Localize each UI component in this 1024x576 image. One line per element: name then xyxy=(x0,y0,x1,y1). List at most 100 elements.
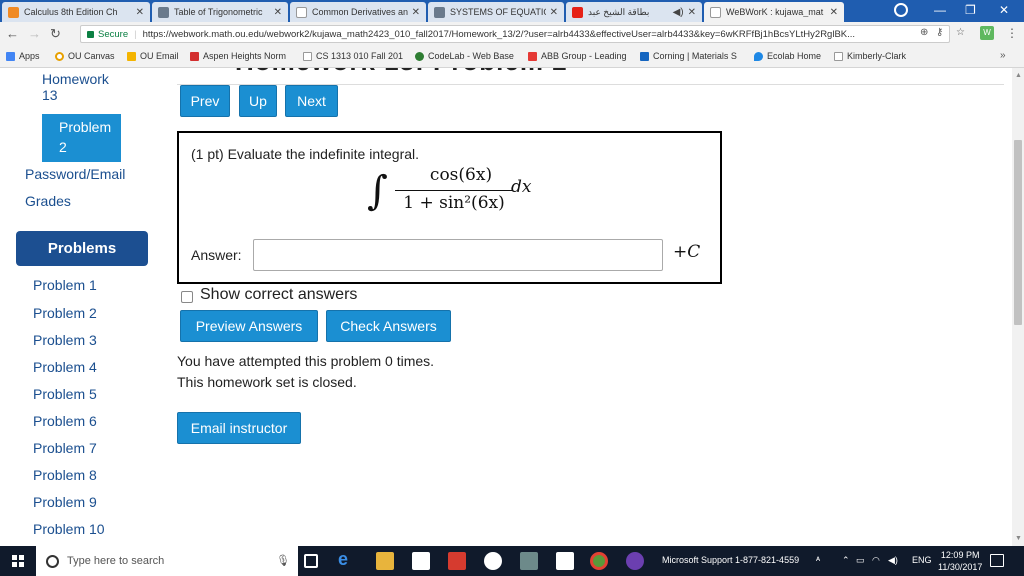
url-field[interactable]: Secure | https://webwork.math.ou.edu/web… xyxy=(80,25,950,43)
back-arrow-icon[interactable]: ← xyxy=(6,26,19,41)
check-answers-button[interactable]: Check Answers xyxy=(326,310,451,342)
battery-icon[interactable]: ▭ xyxy=(856,555,865,566)
language-indicator[interactable]: ENG xyxy=(912,555,932,565)
bookmark-ou-canvas[interactable]: OU Canvas xyxy=(55,51,115,61)
close-icon[interactable]: ✕ xyxy=(136,7,144,18)
edge-icon[interactable]: e xyxy=(338,549,356,569)
problems-header: Problems xyxy=(16,231,148,266)
sidebar-link-grades[interactable]: Grades xyxy=(25,193,71,209)
close-icon[interactable]: ✕ xyxy=(688,7,696,18)
tab-calculus[interactable]: Calculus 8th Edition Ch ✕ xyxy=(2,2,150,22)
windows-start-icon[interactable] xyxy=(12,555,24,567)
bookmark-ou-email[interactable]: OU Email xyxy=(127,51,179,61)
prev-button[interactable]: Prev xyxy=(180,85,230,117)
tab-trig-table[interactable]: Table of Trigonometric ✕ xyxy=(152,2,288,22)
star-icon[interactable]: ☆ xyxy=(956,27,965,38)
sidebar-item-current-problem[interactable]: Problem 2 xyxy=(42,114,121,162)
tray-up-icon[interactable]: ⌃ xyxy=(842,555,850,566)
wifi-icon[interactable]: ◠ xyxy=(872,555,880,566)
file-explorer-icon[interactable] xyxy=(376,552,394,570)
volume-icon[interactable]: ◀) xyxy=(888,555,898,566)
taskbar-search[interactable]: Type here to search xyxy=(36,546,298,576)
bookmark-apps[interactable]: Apps xyxy=(6,51,40,61)
sidebar-problem-3[interactable]: Problem 3 xyxy=(33,332,97,348)
sidebar-link-password-email[interactable]: Password/Email xyxy=(25,166,125,182)
image-favicon-icon xyxy=(434,6,445,18)
preview-answers-button[interactable]: Preview Answers xyxy=(180,310,318,342)
answer-input[interactable] xyxy=(253,239,663,271)
reload-icon[interactable]: ↻ xyxy=(50,26,61,42)
sidebar-problem-10[interactable]: Problem 10 xyxy=(33,521,105,537)
chrome-icon[interactable] xyxy=(590,552,608,570)
sidebar-problem-1[interactable]: Problem 1 xyxy=(33,277,97,293)
answer-label: Answer: xyxy=(191,247,242,263)
office-icon xyxy=(127,51,136,61)
scroll-up-icon[interactable]: ▲ xyxy=(1015,72,1022,79)
mcafee-icon[interactable] xyxy=(484,552,502,570)
mail-icon[interactable] xyxy=(556,552,574,570)
bookmark-abb[interactable]: ABB Group - Leading xyxy=(528,51,627,61)
forward-arrow-icon[interactable]: → xyxy=(28,26,41,41)
sidebar-problem-9[interactable]: Problem 9 xyxy=(33,494,97,510)
show-correct-label[interactable]: Show correct answers xyxy=(200,286,357,304)
tab-systems[interactable]: SYSTEMS OF EQUATIO ✕ xyxy=(428,2,564,22)
problem-box: (1 pt) Evaluate the indefinite integral.… xyxy=(177,131,722,284)
address-bar-row: ← → ↻ Secure | https://webwork.math.ou.e… xyxy=(0,22,1024,46)
email-instructor-button[interactable]: Email instructor xyxy=(177,412,301,444)
image-favicon-icon xyxy=(158,6,169,18)
corning-icon xyxy=(640,51,649,61)
bookmarks-bar: Apps OU Canvas OU Email Aspen Heights No… xyxy=(0,46,1024,68)
close-icon[interactable]: ✕ xyxy=(830,7,838,18)
bookmark-corning[interactable]: Corning | Materials S xyxy=(640,51,737,61)
page-icon xyxy=(834,51,843,61)
more-bookmarks-icon[interactable]: » xyxy=(1000,50,1006,61)
office-app-icon[interactable] xyxy=(448,552,466,570)
sidebar-problem-8[interactable]: Problem 8 xyxy=(33,467,97,483)
profile-icon[interactable] xyxy=(894,3,908,17)
bookmark-aspen[interactable]: Aspen Heights Norm xyxy=(190,51,286,61)
key-icon[interactable]: ⚷ xyxy=(936,27,943,38)
closed-message: This homework set is closed. xyxy=(177,374,357,390)
taskbar: Type here to search 🎙 e Microsoft Suppor… xyxy=(0,546,1024,576)
bookmark-cs1313[interactable]: CS 1313 010 Fall 201 xyxy=(303,51,403,61)
sidebar-link-homework[interactable]: Homework 13 xyxy=(42,71,109,103)
extension-icon[interactable]: W xyxy=(980,26,994,40)
sidebar-problem-4[interactable]: Problem 4 xyxy=(33,359,97,375)
restore-icon[interactable]: ❐ xyxy=(965,3,976,17)
zoom-icon[interactable]: ⊕ xyxy=(920,27,928,38)
close-icon[interactable]: ✕ xyxy=(550,7,558,18)
bookmark-kimberly-clark[interactable]: Kimberly-Clark xyxy=(834,51,906,61)
microphone-icon[interactable]: 🎙 xyxy=(276,554,290,567)
canvas-icon xyxy=(55,51,64,61)
tab-strip: Calculus 8th Edition Ch ✕ Table of Trigo… xyxy=(0,0,1024,22)
tab-derivatives[interactable]: Common Derivatives an ✕ xyxy=(290,2,426,22)
sidebar-problem-6[interactable]: Problem 6 xyxy=(33,413,97,429)
show-correct-checkbox[interactable] xyxy=(181,291,193,303)
scroll-down-icon[interactable]: ▼ xyxy=(1015,535,1022,542)
task-view-icon[interactable] xyxy=(304,554,318,568)
abb-icon xyxy=(528,51,537,61)
sidebar-problem-7[interactable]: Problem 7 xyxy=(33,440,97,456)
app-icon[interactable] xyxy=(520,552,538,570)
next-button[interactable]: Next xyxy=(285,85,338,117)
close-icon[interactable]: ✕ xyxy=(274,7,282,18)
menu-icon[interactable]: ⋮ xyxy=(1006,26,1018,40)
close-icon[interactable]: ✕ xyxy=(412,7,420,18)
sidebar-problem-5[interactable]: Problem 5 xyxy=(33,386,97,402)
minimize-icon[interactable]: — xyxy=(934,3,946,17)
media-icon[interactable] xyxy=(626,552,644,570)
speaker-icon: ◀) xyxy=(672,6,684,18)
up-button[interactable]: Up xyxy=(239,85,277,117)
notification-icon[interactable] xyxy=(990,554,1004,567)
sidebar-problem-2[interactable]: Problem 2 xyxy=(33,305,97,321)
scrollbar-thumb[interactable] xyxy=(1014,140,1022,325)
tab-webwork[interactable]: WeBWorK : kujawa_mat ✕ xyxy=(704,2,844,22)
youtube-favicon-icon xyxy=(572,6,583,18)
people-icon[interactable]: ᴬ xyxy=(816,555,820,565)
clock[interactable]: 12:09 PM 11/30/2017 xyxy=(938,549,982,573)
store-icon[interactable] xyxy=(412,552,430,570)
tab-youtube[interactable]: بطاقة الشيخ عبد ◀) ✕ xyxy=(566,2,702,22)
bookmark-codelab[interactable]: CodeLab - Web Base xyxy=(415,51,514,61)
bookmark-ecolab[interactable]: Ecolab Home xyxy=(754,51,821,61)
window-close-icon[interactable]: ✕ xyxy=(999,3,1009,17)
